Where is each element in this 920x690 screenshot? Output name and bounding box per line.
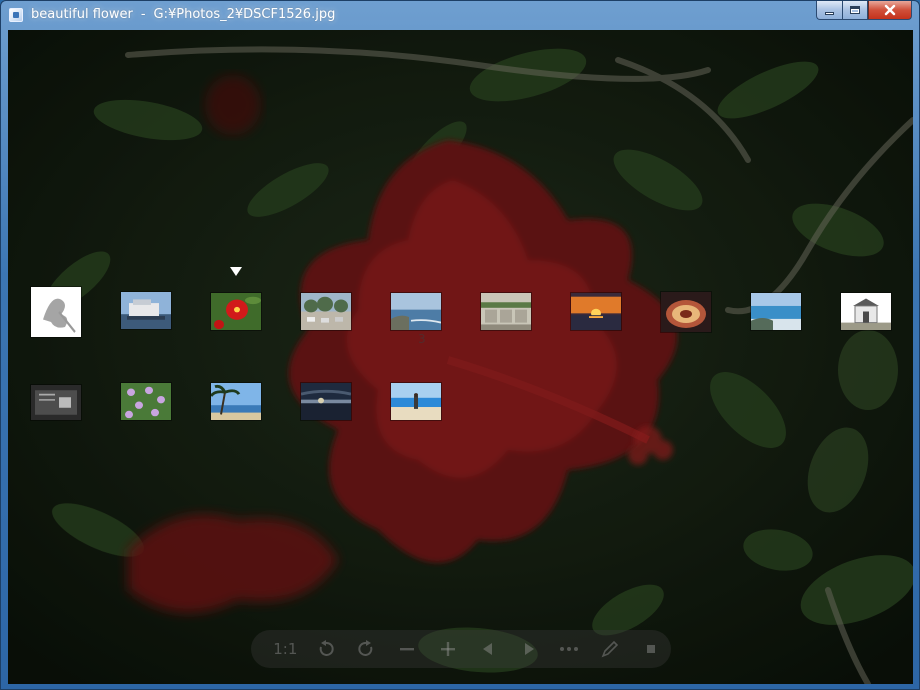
- thumb-beach-rocks[interactable]: [751, 293, 801, 330]
- thumb-flower-sketch[interactable]: [31, 287, 81, 337]
- actual-size-button[interactable]: 1:1: [265, 634, 306, 664]
- photo-counter: 3: [418, 332, 426, 346]
- title-bar[interactable]: beautiful flower - G:¥Photos_2¥DSCF1526.jp…: [1, 1, 919, 30]
- next-icon[interactable]: [509, 634, 550, 664]
- more-icon[interactable]: [549, 634, 590, 664]
- maximize-icon: [850, 6, 860, 14]
- thumb-dusk-sea[interactable]: [301, 383, 351, 420]
- photo-viewer[interactable]: 3 1:1: [8, 30, 913, 684]
- thumb-person-beach[interactable]: [391, 383, 441, 420]
- thumb-hibiscus[interactable]: [211, 293, 261, 330]
- thumb-ferry[interactable]: [121, 292, 171, 329]
- app-window: beautiful flower - G:¥Photos_2¥DSCF1526.jp…: [0, 0, 920, 690]
- minimize-button[interactable]: [816, 1, 842, 20]
- app-icon[interactable]: [9, 8, 23, 22]
- title-name: beautiful flower: [31, 7, 133, 22]
- edit-icon[interactable]: [590, 634, 631, 664]
- minimize-icon: [825, 12, 834, 15]
- close-icon: [884, 4, 896, 16]
- overlay-dim: [8, 30, 913, 684]
- stop-icon[interactable]: [630, 634, 671, 664]
- close-button[interactable]: [868, 1, 912, 20]
- zoom-out-icon[interactable]: [387, 634, 428, 664]
- previous-icon[interactable]: [468, 634, 509, 664]
- thumb-shrine[interactable]: [841, 293, 891, 330]
- rotate-right-icon[interactable]: [346, 634, 387, 664]
- window-title: beautiful flower - G:¥Photos_2¥DSCF1526.jp…: [31, 7, 335, 22]
- actual-size-label: 1:1: [273, 640, 298, 658]
- thumb-coastline[interactable]: [391, 293, 441, 330]
- thumb-stone-steps[interactable]: [481, 293, 531, 330]
- viewer-toolbar: 1:1: [251, 630, 671, 668]
- zoom-in-icon[interactable]: [427, 634, 468, 664]
- title-separator: -: [140, 7, 146, 22]
- thumb-monument-sign[interactable]: [31, 385, 81, 420]
- thumb-food-plate[interactable]: [661, 292, 711, 332]
- thumb-palm-beach[interactable]: [211, 383, 261, 420]
- title-path: G:¥Photos_2¥DSCF1526.jpg: [153, 7, 336, 22]
- thumb-purple-flowers[interactable]: [121, 383, 171, 420]
- current-thumbnail-marker-icon: [230, 267, 242, 276]
- window-controls: [816, 1, 912, 20]
- maximize-button[interactable]: [842, 1, 868, 20]
- thumb-parking-lot[interactable]: [301, 293, 351, 330]
- rotate-left-icon[interactable]: [306, 634, 347, 664]
- thumb-sunset[interactable]: [571, 293, 621, 330]
